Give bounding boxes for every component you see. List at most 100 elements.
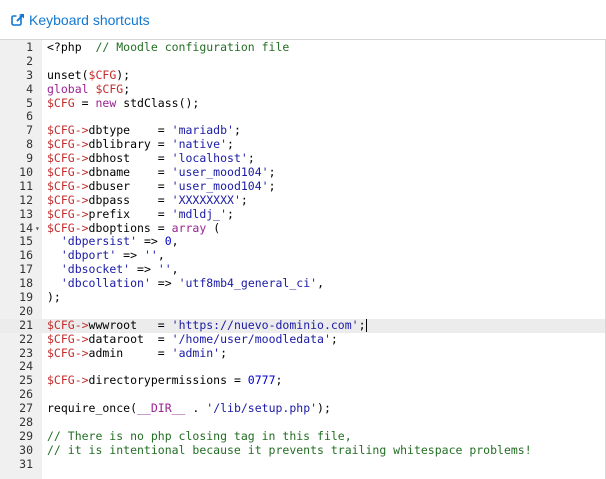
code-token: 'dbport' [60, 248, 117, 263]
code-line[interactable]: 10 $CFG->dbname = 'user_mood104'; [0, 165, 605, 180]
code-token: stdClass(); [116, 95, 200, 110]
text-cursor [365, 318, 367, 332]
code-token: $CFG-> [47, 178, 89, 193]
code-token: $CFG-> [47, 373, 89, 388]
code-line[interactable]: 24 [0, 360, 605, 374]
code-token: global [47, 81, 89, 96]
code-line[interactable]: 9 $CFG->dbhost = 'localhost'; [0, 151, 605, 166]
code-token: 'native' [171, 137, 228, 152]
code-line[interactable]: 17 'dbsocket' => '', [0, 262, 605, 277]
line-number: 5 [26, 95, 33, 110]
line-number: 11 [19, 178, 33, 193]
code-token: , [157, 248, 165, 263]
keyboard-shortcuts-label: Keyboard shortcuts [29, 12, 150, 28]
code-token: 'mdldj_' [171, 206, 228, 221]
line-number: 18 [19, 276, 33, 291]
code-line[interactable]: 1 <?php // Moodle configuration file [0, 40, 605, 55]
code-token: ; [275, 373, 283, 388]
code-token: , [171, 234, 179, 249]
code-token: 'localhost' [171, 151, 248, 166]
code-token: 'dbcollation' [60, 276, 151, 291]
line-number: 24 [19, 359, 33, 374]
line-number: 28 [19, 415, 33, 430]
code-token: => [150, 276, 179, 291]
code-token: 'https://nuevo-dominio.com' [171, 317, 359, 332]
code-token: // Moodle configuration file [81, 40, 290, 54]
code-token: ; [227, 137, 234, 152]
code-line[interactable]: 31 [0, 456, 605, 472]
code-text: // There is no php closing tag in this f… [47, 428, 352, 444]
code-token: 'XXXXXXXX' [171, 192, 241, 207]
code-line[interactable]: 11 $CFG->dbuser = 'user_mood104'; [0, 178, 605, 194]
code-token: 0777 [247, 373, 276, 388]
code-line[interactable]: 26 [0, 387, 605, 402]
code-token: $CFG-> [47, 206, 89, 221]
code-line[interactable]: 4 global $CFG; [0, 81, 605, 97]
code-token: '/home/user/moodledata' [171, 331, 331, 346]
code-token: $CFG [95, 81, 124, 96]
code-text: unset($CFG); [47, 67, 131, 83]
code-line[interactable]: 21 $CFG->wwwroot = 'https://nuevo-dominio… [0, 317, 605, 333]
code-token: 'user_mood104' [171, 178, 269, 193]
code-line[interactable]: 6 [0, 110, 605, 124]
code-token: dboptions = [88, 220, 172, 235]
code-text: global $CFG; [47, 81, 130, 97]
code-token: $CFG [47, 95, 75, 110]
code-token: dbhost = [88, 151, 172, 166]
code-line[interactable]: 8 $CFG->dblibrary = 'native'; [0, 137, 605, 152]
code-token: __DIR__ [137, 401, 186, 416]
code-line[interactable]: 7 $CFG->dbtype = 'mariadb'; [0, 123, 605, 138]
code-line[interactable]: 16 'dbport' => '', [0, 248, 605, 263]
code-line[interactable]: 25 $CFG->directorypermissions = 0777; [0, 373, 605, 388]
code-token: 'mariadb' [171, 123, 234, 138]
code-line[interactable]: 13 $CFG->prefix = 'mdldj_'; [0, 206, 605, 222]
code-line[interactable]: 15 'dbpersist' => 0, [0, 235, 605, 249]
code-line[interactable]: 29 // There is no php closing tag in this… [0, 428, 605, 444]
code-line[interactable]: 14 ▾ $CFG->dboptions = array ( [0, 220, 605, 236]
code-line[interactable]: 18 'dbcollation' => 'utf8mb4_general_ci'… [0, 276, 605, 291]
line-number: 9 [26, 151, 33, 166]
code-line[interactable]: 5 $CFG = new stdClass(); [0, 95, 605, 111]
line-number: 15 [19, 234, 33, 249]
line-number: 19 [19, 290, 33, 305]
code-line[interactable]: 3 unset($CFG); [0, 67, 605, 83]
fold-toggle-icon[interactable]: ▾ [35, 222, 40, 236]
code-text: $CFG->prefix = 'mdldj_'; [47, 206, 234, 222]
line-number: 12 [19, 192, 33, 207]
code-token: dbtype = [88, 123, 172, 138]
code-text: 'dbcollation' => 'utf8mb4_general_ci', [47, 276, 324, 291]
code-token: ); [116, 67, 131, 82]
code-token: $CFG-> [47, 345, 89, 360]
code-token: // There is no php closing tag in this f… [47, 428, 352, 443]
code-line[interactable]: 20 [0, 303, 605, 319]
code-token: 'admin' [171, 345, 221, 360]
code-text: $CFG->dbhost = 'localhost'; [47, 151, 255, 166]
code-text: $CFG->dbtype = 'mariadb'; [47, 123, 241, 138]
code-line[interactable]: 22 $CFG->dataroot = '/home/user/moodledat… [0, 331, 605, 347]
code-token: ( [206, 220, 221, 235]
code-token: 0 [164, 234, 172, 249]
code-line[interactable]: 28 [0, 415, 605, 430]
code-lines[interactable]: 1 <?php // Moodle configuration file 2 3 uns… [0, 40, 605, 472]
code-token: => [116, 248, 144, 263]
code-token: $CFG-> [47, 192, 89, 207]
code-line[interactable]: 12 $CFG->dbpass = 'XXXXXXXX'; [0, 192, 605, 208]
line-number: 20 [19, 303, 33, 318]
code-editor[interactable]: 1 <?php // Moodle configuration file 2 3 uns… [0, 39, 606, 479]
code-token: '/lib/setup.php' [206, 401, 318, 416]
code-text: $CFG->directorypermissions = 0777; [47, 373, 283, 388]
code-line[interactable]: 2 [0, 54, 605, 69]
line-number: 7 [26, 123, 33, 138]
code-line[interactable]: 30 // it is intentional because it preven… [0, 443, 605, 458]
code-line[interactable]: 23 $CFG->admin = 'admin'; [0, 345, 605, 361]
code-line[interactable]: 27 require_once(__DIR__ . '/lib/setup.php… [0, 401, 605, 416]
code-token: ; [247, 151, 255, 166]
code-text: 'dbsocket' => '', [47, 262, 179, 277]
code-token: directorypermissions = [88, 373, 248, 388]
code-token: ; [330, 331, 338, 346]
code-token: ; [227, 206, 234, 221]
code-token: prefix = [88, 206, 172, 221]
keyboard-shortcuts-link[interactable]: Keyboard shortcuts [11, 9, 150, 31]
line-number: 31 [19, 456, 33, 471]
code-line[interactable]: 19); [0, 290, 605, 305]
